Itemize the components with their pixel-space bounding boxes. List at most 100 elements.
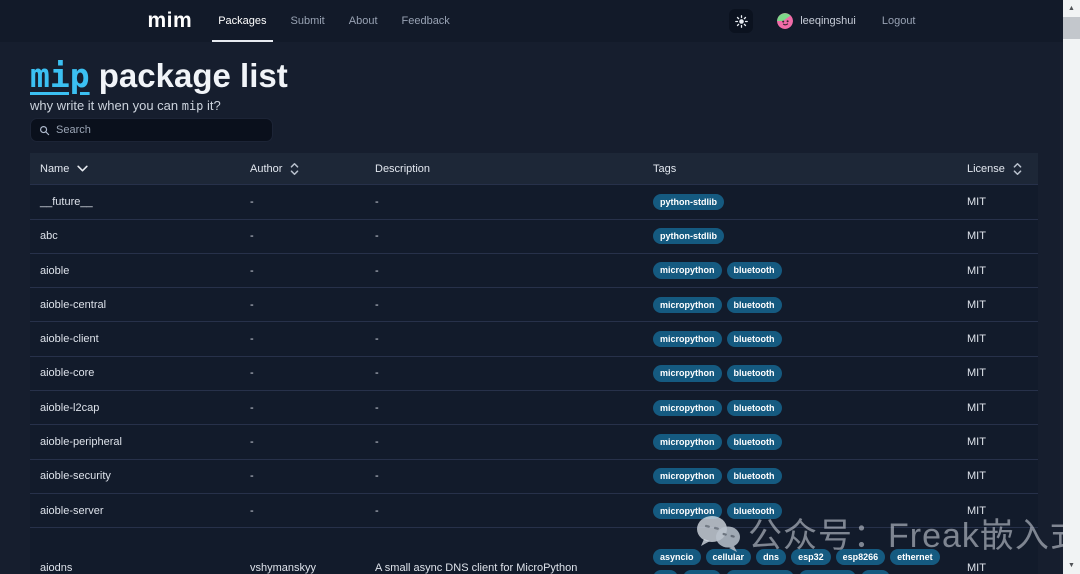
- tag-pill[interactable]: bluetooth: [726, 262, 782, 279]
- nav-tab-about[interactable]: About: [337, 0, 390, 42]
- tag-pill[interactable]: micropython: [653, 365, 722, 382]
- tag-pill[interactable]: micropython: [653, 399, 722, 416]
- table-row[interactable]: aiodns vshymanskyy A small async DNS cli…: [30, 527, 1038, 574]
- table-row[interactable]: aioble-core - - micropython bluetooth MIT: [30, 355, 1038, 391]
- scroll-up-icon[interactable]: ▲: [1063, 0, 1080, 17]
- tag-pill[interactable]: bluetooth: [726, 468, 782, 485]
- scroll-down-icon[interactable]: ▼: [1063, 557, 1080, 574]
- nav-right-cluster: leeqingshui Logout: [729, 9, 916, 33]
- tag-pill[interactable]: dns: [756, 549, 787, 566]
- tag-pill[interactable]: bluetooth: [726, 502, 782, 519]
- description-cell: A small async DNS client for MicroPython: [375, 561, 578, 574]
- logout-button[interactable]: Logout: [882, 15, 916, 27]
- search-input[interactable]: [56, 124, 264, 137]
- tag-pill[interactable]: python-stdlib: [653, 228, 724, 245]
- page: mim Packages Submit About Feedback leeqi…: [0, 0, 1080, 574]
- tag-pill[interactable]: micropython: [653, 433, 722, 451]
- package-name-cell: abc: [40, 230, 58, 243]
- tags-cell: micropython bluetooth: [643, 325, 957, 353]
- tag-pill[interactable]: micropython: [653, 331, 722, 348]
- package-name-cell: aioble-peripheral: [40, 436, 122, 449]
- scrollbar-thumb[interactable]: [1063, 17, 1080, 39]
- tag-pill[interactable]: rpi-pico-w: [799, 570, 857, 574]
- tags-cell: micropython bluetooth: [643, 462, 957, 490]
- table-row[interactable]: __future__ - - python-stdlib MIT: [30, 184, 1038, 219]
- description-cell: -: [375, 333, 379, 346]
- author-cell: vshymanskyy: [250, 561, 317, 574]
- tag-pill[interactable]: asyncio: [653, 549, 701, 566]
- tags-cell: python-stdlib: [643, 188, 957, 216]
- tag-pill[interactable]: esp8266: [835, 549, 886, 566]
- theme-toggle-button[interactable]: [729, 9, 754, 33]
- column-header-tags: Tags: [653, 162, 677, 175]
- package-name-cell: aioble-security: [40, 470, 111, 483]
- table-row[interactable]: aioble-central - - micropython bluetooth …: [30, 287, 1038, 322]
- subtitle-mip-code: mip: [181, 99, 204, 114]
- top-navbar: mim Packages Submit About Feedback leeqi…: [0, 0, 1063, 42]
- tag-pill[interactable]: python-stdlib: [653, 193, 724, 211]
- mip-title-link[interactable]: mip: [30, 56, 90, 95]
- package-name-cell: aioble: [40, 264, 70, 277]
- tags-cell: micropython bluetooth: [643, 428, 957, 456]
- nav-tab-packages[interactable]: Packages: [206, 0, 278, 42]
- tag-pill[interactable]: bluetooth: [726, 365, 782, 382]
- tag-pill[interactable]: micropython: [653, 502, 722, 519]
- search-box[interactable]: [30, 118, 273, 143]
- tag-pill[interactable]: bluetooth: [726, 331, 782, 348]
- tag-pill[interactable]: cellular: [705, 549, 752, 566]
- description-cell: -: [375, 195, 379, 208]
- table-row[interactable]: aioble-l2cap - - micropython bluetooth MI…: [30, 390, 1038, 425]
- tag-pill[interactable]: mdns: [682, 570, 721, 574]
- description-cell: -: [375, 264, 379, 277]
- tag-pill[interactable]: bluetooth: [726, 433, 782, 451]
- tag-pill[interactable]: micropython: [653, 296, 722, 313]
- sun-icon: [734, 14, 748, 28]
- description-cell: -: [375, 367, 379, 380]
- tags-cell: micropython bluetooth: [643, 359, 957, 387]
- tag-pill[interactable]: ethernet: [890, 549, 940, 566]
- nav-tab-feedback[interactable]: Feedback: [390, 0, 462, 42]
- tag-pill[interactable]: esp32: [791, 549, 831, 566]
- tag-pill[interactable]: bluetooth: [726, 399, 782, 416]
- license-cell: MIT: [967, 195, 986, 208]
- tag-pill[interactable]: lte: [653, 570, 678, 574]
- table-row[interactable]: aioble-client - - micropython bluetooth M…: [30, 321, 1038, 356]
- tag-pill[interactable]: micropython: [725, 570, 795, 574]
- license-cell: MIT: [967, 470, 986, 483]
- description-cell: -: [375, 230, 379, 243]
- license-cell: MIT: [967, 298, 986, 311]
- author-cell: -: [250, 401, 254, 414]
- table-row[interactable]: abc - - python-stdlib MIT: [30, 218, 1038, 253]
- license-cell: MIT: [967, 333, 986, 346]
- license-cell: MIT: [967, 264, 986, 277]
- tag-pill[interactable]: micropython: [653, 468, 722, 485]
- tag-pill[interactable]: micropython: [653, 262, 722, 279]
- license-cell: MIT: [967, 561, 986, 574]
- author-cell: -: [250, 195, 254, 208]
- user-menu[interactable]: leeqingshui: [777, 13, 856, 29]
- app-logo[interactable]: mim: [148, 9, 193, 33]
- description-cell: -: [375, 470, 379, 483]
- column-header-description: Description: [375, 162, 431, 175]
- package-name-cell: __future__: [40, 195, 93, 208]
- table-row[interactable]: aioble-peripheral - - micropython bluetoo…: [30, 424, 1038, 459]
- nav-tab-submit[interactable]: Submit: [279, 0, 337, 42]
- vertical-scrollbar[interactable]: ▲ ▼: [1063, 0, 1080, 574]
- avatar: [777, 13, 794, 29]
- license-cell: MIT: [967, 436, 986, 449]
- table-row[interactable]: aioble-security - - micropython bluetooth…: [30, 458, 1038, 493]
- chevron-down-icon: [77, 165, 89, 172]
- main-content: mip package list why write it when you c…: [0, 42, 1063, 574]
- package-name-cell: aioble-l2cap: [40, 401, 100, 414]
- column-header-license[interactable]: License: [957, 162, 1038, 176]
- tags-cell: micropython bluetooth: [643, 394, 957, 422]
- column-header-name[interactable]: Name: [30, 163, 240, 175]
- package-name-cell: aiodns: [40, 561, 73, 574]
- table-row[interactable]: aioble-server - - micropython bluetooth M…: [30, 492, 1038, 528]
- table-row[interactable]: aioble - - micropython bluetooth MIT: [30, 252, 1038, 288]
- tag-pill[interactable]: wifi: [861, 570, 891, 574]
- license-cell: MIT: [967, 367, 986, 380]
- column-header-author[interactable]: Author: [240, 162, 365, 176]
- tag-pill[interactable]: bluetooth: [726, 296, 782, 313]
- description-cell: -: [375, 504, 379, 517]
